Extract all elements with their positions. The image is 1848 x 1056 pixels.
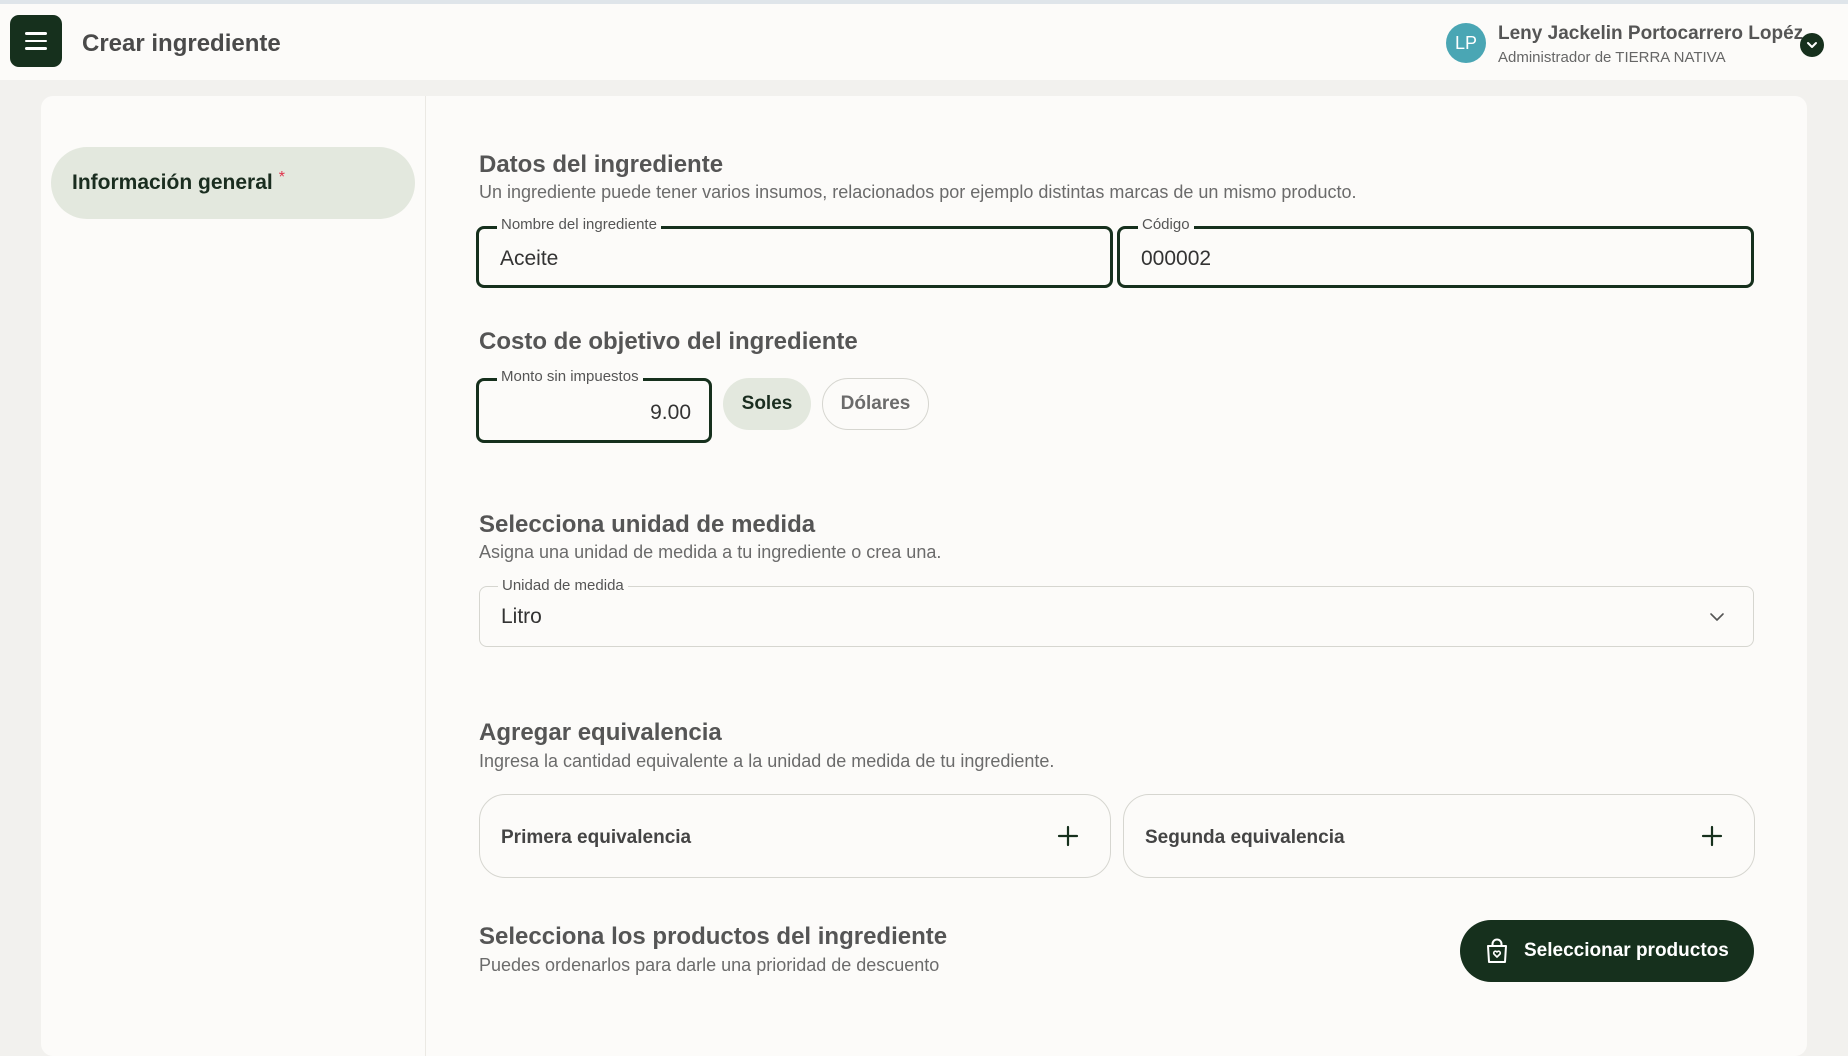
- select-products-button[interactable]: Seleccionar productos: [1460, 920, 1754, 982]
- shopping-bag-icon: [1487, 938, 1507, 963]
- section-desc-equivalencia: Ingresa la cantidad equivalente a la uni…: [479, 751, 1055, 771]
- code-label: Código: [1138, 216, 1194, 233]
- section-title-productos: Selecciona los productos del ingrediente: [479, 923, 948, 950]
- unit-select[interactable]: Unidad de medida Litro: [479, 577, 1754, 647]
- amount-field[interactable]: Monto sin impuestos 9.00: [476, 368, 712, 443]
- user-name: Leny Jackelin Portocarrero Lopéz: [1498, 23, 1804, 44]
- section-desc-productos: Puedes ordenarlos para darle una priorid…: [479, 955, 940, 975]
- section-title-equivalencia: Agregar equivalencia: [479, 719, 722, 746]
- required-marker: *: [278, 169, 285, 186]
- ingredient-name-value: Aceite: [500, 247, 559, 270]
- code-value: 000002: [1141, 247, 1212, 270]
- currency-soles-chip[interactable]: Soles: [723, 378, 811, 430]
- chevron-down-icon: [1807, 42, 1817, 48]
- section-title-datos: Datos del ingrediente: [479, 151, 724, 178]
- code-field[interactable]: Código 000002: [1117, 216, 1754, 288]
- select-products-label: Seleccionar productos: [1524, 940, 1729, 961]
- amount-label: Monto sin impuestos: [497, 368, 643, 385]
- page-title: Crear ingrediente: [82, 30, 281, 57]
- sidebar-item-informacion-general[interactable]: Información general *: [51, 147, 415, 219]
- first-equivalence-card[interactable]: Primera equivalencia: [479, 794, 1111, 878]
- sidebar-item-label: Información general: [72, 171, 273, 194]
- chevron-down-icon: [1710, 613, 1724, 621]
- plus-icon: [1701, 825, 1723, 847]
- section-title-unidad: Selecciona unidad de medida: [479, 511, 816, 538]
- unit-label: Unidad de medida: [498, 577, 628, 594]
- avatar[interactable]: LP: [1446, 23, 1486, 63]
- currency-dolares-chip[interactable]: Dólares: [822, 378, 929, 430]
- second-equivalence-card[interactable]: Segunda equivalencia: [1123, 794, 1755, 878]
- unit-value: Litro: [501, 605, 542, 628]
- menu-icon: [25, 32, 47, 35]
- ingredient-name-label: Nombre del ingrediente: [497, 216, 661, 233]
- plus-icon: [1057, 825, 1079, 847]
- section-desc-datos: Un ingrediente puede tener varios insumo…: [479, 182, 1357, 202]
- first-equivalence-label: Primera equivalencia: [501, 827, 692, 848]
- user-role: Administrador de TIERRA NATIVA: [1498, 49, 1726, 66]
- second-equivalence-label: Segunda equivalencia: [1145, 827, 1345, 848]
- amount-value: 9.00: [650, 401, 691, 424]
- ingredient-name-field[interactable]: Nombre del ingrediente Aceite: [476, 216, 1113, 288]
- sidebar-divider: [425, 96, 426, 1056]
- section-desc-unidad: Asigna una unidad de medida a tu ingredi…: [479, 542, 942, 562]
- section-title-costo: Costo de objetivo del ingrediente: [479, 328, 858, 355]
- user-menu-toggle[interactable]: [1800, 33, 1824, 57]
- menu-button[interactable]: [10, 15, 62, 67]
- app-header: Crear ingrediente LP Leny Jackelin Porto…: [0, 4, 1848, 80]
